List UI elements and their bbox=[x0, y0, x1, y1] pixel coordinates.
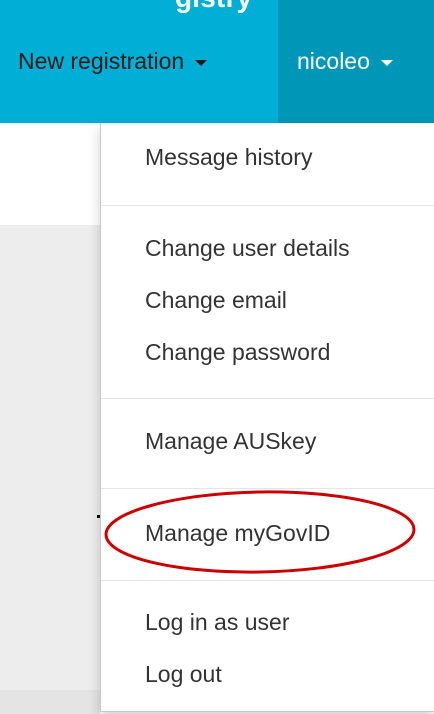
menu-item-log-in-as-user[interactable]: Log in as user bbox=[145, 609, 289, 636]
menu-divider bbox=[101, 580, 434, 581]
caret-down-icon bbox=[195, 60, 208, 66]
menu-item-change-password[interactable]: Change password bbox=[145, 339, 330, 366]
menu-item-manage-auskey[interactable]: Manage AUSkey bbox=[145, 428, 316, 455]
menu-item-change-email[interactable]: Change email bbox=[145, 287, 287, 314]
new-registration-label: New registration bbox=[18, 48, 185, 74]
user-dropdown-menu: Message history Change user details Chan… bbox=[100, 123, 434, 712]
menu-item-message-history[interactable]: Message history bbox=[145, 144, 312, 171]
background-panel bbox=[0, 225, 100, 714]
menu-item-manage-mygovid[interactable]: Manage myGovID bbox=[145, 520, 330, 547]
menu-divider bbox=[101, 398, 434, 399]
caret-down-icon bbox=[380, 60, 393, 66]
new-registration-dropdown[interactable]: New registration bbox=[18, 0, 278, 123]
menu-divider bbox=[101, 205, 434, 206]
username-label: nicoleo bbox=[297, 48, 370, 74]
menu-divider bbox=[101, 488, 434, 489]
background-panel-lower bbox=[0, 690, 100, 714]
menu-item-change-user-details[interactable]: Change user details bbox=[145, 235, 350, 262]
menu-item-log-out[interactable]: Log out bbox=[145, 661, 222, 688]
top-navbar: gistry New registration nicoleo bbox=[0, 0, 434, 123]
user-menu-dropdown[interactable]: nicoleo bbox=[278, 0, 434, 123]
